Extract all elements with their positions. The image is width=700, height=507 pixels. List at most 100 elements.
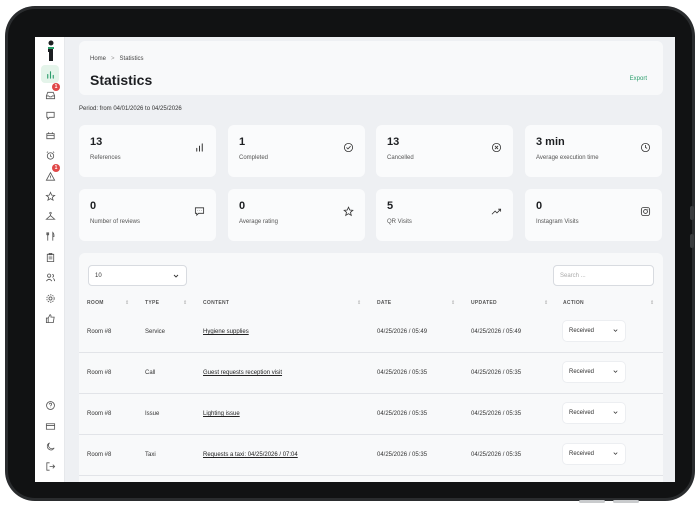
page-size-value: 10 <box>95 273 102 279</box>
stat-card-instagram-visits: 0 Instagram Visits <box>525 189 662 241</box>
chevron-down-icon <box>613 411 618 414</box>
stat-label: Instagram Visits <box>536 219 579 225</box>
column-header-updated[interactable]: UPDATED <box>471 300 497 306</box>
cell-date: 04/25/2026 / 05:35 <box>377 370 428 376</box>
sidebar-item-tasks[interactable] <box>41 248 59 266</box>
cell-content-link[interactable]: Requests a taxi: 04/25/2026 / 07:04 <box>203 452 298 458</box>
sort-icon[interactable]: ⇕ <box>650 300 654 306</box>
sidebar-item-help[interactable] <box>41 396 59 414</box>
cell-updated: 04/25/2026 / 05:49 <box>471 329 522 335</box>
chevron-down-icon <box>613 329 618 332</box>
stat-label: Average execution time <box>536 155 599 161</box>
sort-icon[interactable]: ⇕ <box>357 300 361 306</box>
column-header-date[interactable]: DATE <box>377 300 391 306</box>
alarm-clock-icon <box>46 150 54 160</box>
instagram-icon <box>640 206 651 217</box>
sidebar-item-reviews[interactable] <box>41 187 59 205</box>
page-title: Statistics <box>90 72 153 88</box>
sidebar-item-housekeeping[interactable] <box>41 207 59 225</box>
stat-value: 1 <box>239 136 246 148</box>
stat-value: 0 <box>90 200 97 212</box>
clock-icon <box>640 142 651 153</box>
message-icon <box>45 111 55 120</box>
search-input[interactable]: Search ... <box>553 265 654 286</box>
stat-label: Cancelled <box>387 155 414 161</box>
star-icon <box>44 190 56 201</box>
sidebar-item-restaurant[interactable] <box>41 227 59 245</box>
sidebar-item-inbox[interactable]: 1 <box>41 83 60 104</box>
column-header-type[interactable]: TYPE <box>145 300 159 306</box>
chevron-down-icon <box>613 370 618 373</box>
breadcrumb-home[interactable]: Home <box>90 56 106 62</box>
requests-table: 10 Search ... ROOM ⇕ TYPE ⇕ CONTENT ⇕ DA… <box>79 253 663 482</box>
stat-label: QR Visits <box>387 219 412 225</box>
tablet-frame: 1 1 Home > Statistics Statistics Export … <box>5 6 695 503</box>
sidebar-item-logout[interactable] <box>41 457 59 475</box>
table-row: Room #8 Taxi Requests a taxi: 04/25/2026… <box>79 435 663 476</box>
table-row: Room #8 Issue Lighting issue 04/25/2026 … <box>79 394 663 435</box>
clipboard-icon <box>46 252 54 262</box>
stat-value: 13 <box>90 136 103 148</box>
sidebar-item-dark-mode[interactable] <box>41 437 59 455</box>
trending-up-icon <box>491 208 502 215</box>
sidebar-item-alerts[interactable]: 1 <box>41 164 60 185</box>
thumbs-up-icon <box>45 313 55 323</box>
sidebar-item-feedback[interactable] <box>41 309 59 327</box>
cell-room: Room #8 <box>87 329 112 335</box>
action-status-value: Received <box>569 451 595 457</box>
credit-card-icon <box>45 422 55 430</box>
cell-room: Room #8 <box>87 452 112 458</box>
sort-icon[interactable]: ⇕ <box>183 300 187 306</box>
action-status-select[interactable]: Received <box>563 444 625 464</box>
bar-chart-icon <box>196 143 203 152</box>
sidebar-item-alarm[interactable] <box>41 146 59 164</box>
notification-badge: 1 <box>52 164 60 172</box>
cell-content-link[interactable]: Lighting issue <box>203 411 240 417</box>
cell-updated: 04/25/2026 / 05:35 <box>471 370 522 376</box>
action-status-value: Received <box>569 369 595 375</box>
stat-value: 0 <box>536 200 543 212</box>
cell-content-link[interactable]: Guest requests reception visit <box>203 370 282 376</box>
sidebar-item-users[interactable] <box>41 268 59 286</box>
tray-icon <box>45 131 55 139</box>
stat-card-average-rating: 0 Average rating <box>228 189 365 241</box>
action-status-select[interactable]: Received <box>563 321 625 341</box>
stat-label: Average rating <box>239 219 278 225</box>
column-header-content[interactable]: CONTENT <box>203 300 229 306</box>
breadcrumb-current: Statistics <box>119 56 144 62</box>
cell-type: Issue <box>145 411 160 417</box>
table-row: Room #8 Service Hygiene supplies 04/25/2… <box>79 312 663 353</box>
stat-card-completed: 1 Completed <box>228 125 365 177</box>
inbox-icon <box>45 91 55 99</box>
sort-icon[interactable]: ⇕ <box>125 300 129 306</box>
help-icon <box>45 400 55 410</box>
warning-icon <box>45 171 55 181</box>
action-status-select[interactable]: Received <box>563 362 625 382</box>
action-status-select[interactable]: Received <box>563 403 625 423</box>
check-circle-icon <box>343 142 354 153</box>
cell-room: Room #8 <box>87 370 112 376</box>
stat-label: Completed <box>239 155 269 161</box>
sidebar: 1 1 <box>35 37 65 482</box>
cell-updated: 04/25/2026 / 05:35 <box>471 411 522 417</box>
hardware-button <box>579 500 605 503</box>
cell-updated: 04/25/2026 / 05:35 <box>471 452 522 458</box>
volume-button <box>690 234 694 248</box>
app-screen: 1 1 Home > Statistics Statistics Export … <box>35 37 675 482</box>
action-status-value: Received <box>569 410 595 416</box>
sidebar-item-billing[interactable] <box>41 417 59 435</box>
page-size-select[interactable]: 10 <box>88 265 187 286</box>
cell-room: Room #8 <box>87 411 112 417</box>
column-header-room[interactable]: ROOM <box>87 300 104 306</box>
export-button[interactable]: Export <box>630 76 647 82</box>
sidebar-item-settings[interactable] <box>41 289 59 307</box>
stat-value: 3 min <box>536 136 565 148</box>
sidebar-item-messages[interactable] <box>41 106 59 124</box>
sort-icon[interactable]: ⇕ <box>451 300 455 306</box>
cell-content-link[interactable]: Hygiene supplies <box>203 329 249 335</box>
sort-icon[interactable]: ⇕ <box>544 300 548 306</box>
stat-value: 13 <box>387 136 400 148</box>
cell-type: Service <box>145 329 166 335</box>
sidebar-item-statistics[interactable] <box>41 65 59 83</box>
sidebar-item-room-service[interactable] <box>41 126 59 144</box>
